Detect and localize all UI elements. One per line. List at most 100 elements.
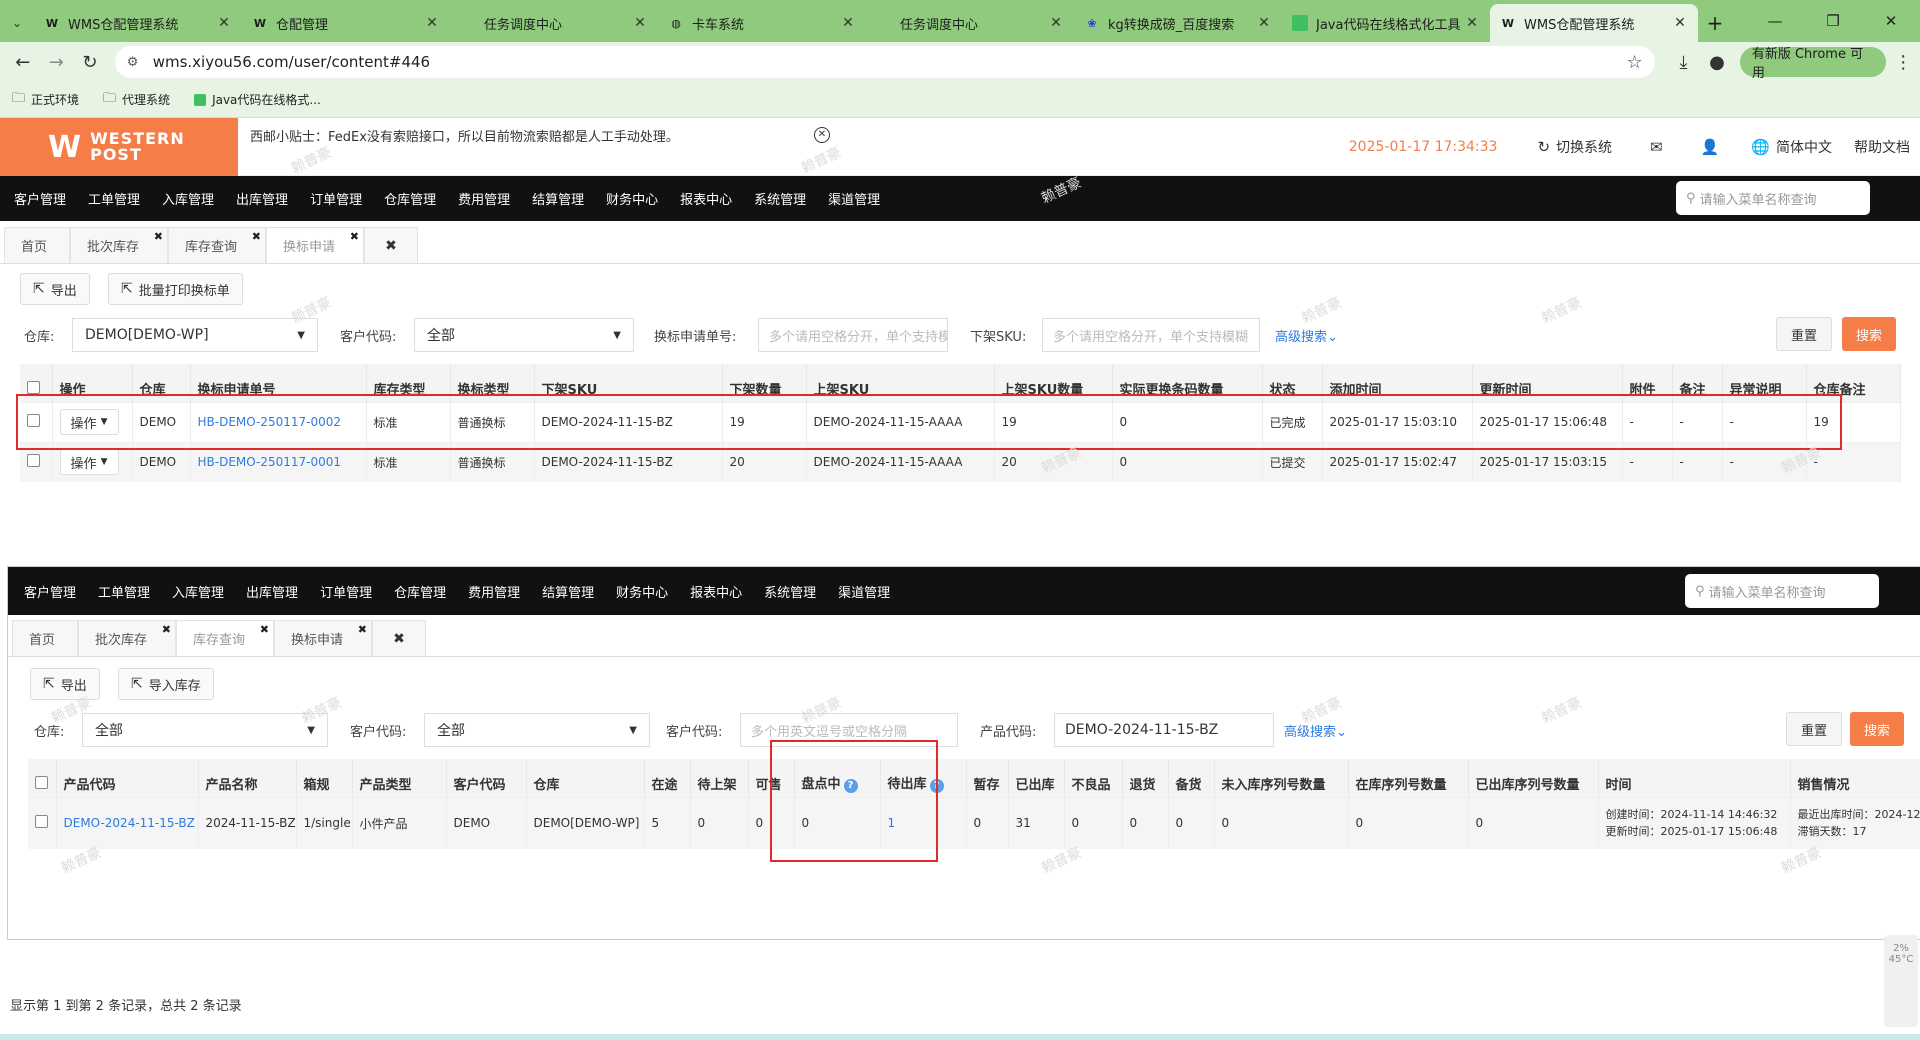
user-button[interactable]: 👤 — [1701, 138, 1726, 156]
relabel-order-input[interactable]: 多个请用空格分开，单个支持模糊 — [758, 318, 948, 352]
page-tab-relabel[interactable]: 换标申请 ✖ — [274, 620, 372, 656]
western-post-logo[interactable]: W WESTERN POST — [0, 118, 238, 176]
switch-system-button[interactable]: ↻ 切换系统 — [1537, 137, 1612, 157]
relabel-order-link[interactable]: HB-DEMO-250117-0001 — [198, 455, 342, 469]
close-all-tabs-icon[interactable]: ✖ — [364, 227, 418, 263]
browser-tab[interactable]: ❀ kg转换成磅_百度搜索 ✕ — [1074, 4, 1282, 42]
nav-workorder[interactable]: 工单管理 — [78, 189, 150, 208]
sku-input[interactable]: 多个请用空格分开，单个支持模糊 — [1042, 318, 1260, 352]
nav-inbound[interactable]: 入库管理 — [162, 582, 234, 601]
nav-outbound[interactable]: 出库管理 — [236, 582, 308, 601]
help-docs-link[interactable]: 帮助文档 — [1854, 137, 1910, 157]
bookmark-star-icon[interactable]: ☆ — [1627, 52, 1643, 73]
close-icon[interactable]: ✖ — [252, 230, 261, 243]
nav-settlement[interactable]: 结算管理 — [522, 189, 594, 208]
batch-print-button[interactable]: ⇱ 批量打印换标单 — [108, 273, 243, 305]
browser-tab[interactable]: 任务调度中心 ✕ — [450, 4, 658, 42]
close-icon[interactable]: ✖ — [260, 623, 269, 636]
forward-arrow-icon[interactable]: → — [40, 45, 74, 79]
profile-avatar-icon[interactable]: ● — [1700, 45, 1734, 79]
row-select-cell[interactable] — [28, 796, 57, 849]
row-checkbox[interactable] — [27, 454, 40, 468]
nav-system[interactable]: 系统管理 — [754, 582, 826, 601]
product-code-input[interactable]: DEMO-2024-11-15-BZ — [1054, 713, 1274, 747]
nav-channels[interactable]: 渠道管理 — [828, 582, 900, 601]
reset-button[interactable]: 重置 — [1786, 712, 1843, 746]
row-checkbox[interactable] — [35, 815, 48, 829]
menu-search-input[interactable]: ⚲ 请输入菜单名称查询 — [1676, 181, 1870, 215]
warehouse-select[interactable]: DEMO[DEMO-WP] ▼ — [72, 318, 318, 352]
notice-close-icon[interactable]: ✕ — [814, 127, 830, 143]
advanced-search-link[interactable]: 高级搜索⌄ — [1284, 721, 1347, 740]
advanced-search-link[interactable]: 高级搜索⌄ — [1275, 326, 1338, 345]
nav-orders[interactable]: 订单管理 — [310, 582, 382, 601]
nav-workorder[interactable]: 工单管理 — [88, 582, 160, 601]
browser-tab[interactable]: 任务调度中心 ✕ — [866, 4, 1074, 42]
close-icon[interactable]: ✕ — [632, 15, 648, 31]
nav-reports[interactable]: 报表中心 — [680, 582, 752, 601]
nav-settlement[interactable]: 结算管理 — [532, 582, 604, 601]
bookmark-folder[interactable]: 🗀 正式环境 — [12, 89, 79, 111]
url-bar[interactable]: ⚙ wms.xiyou56.com/user/content#446 ☆ — [114, 46, 1655, 78]
side-status-widget[interactable]: 2% 45°C — [1884, 935, 1918, 1027]
browser-tab[interactable]: ◍ 卡车系统 ✕ — [658, 4, 866, 42]
mail-button[interactable]: ✉ — [1650, 138, 1669, 156]
select-all-checkbox[interactable] — [27, 380, 40, 394]
language-button[interactable]: 🌐 简体中文 — [1751, 137, 1832, 157]
nav-fees[interactable]: 费用管理 — [458, 582, 530, 601]
export-button[interactable]: ⇱ 导出 — [20, 273, 90, 305]
page-tab-home[interactable]: 首页 — [12, 620, 78, 656]
site-info-icon[interactable]: ⚙ — [127, 55, 145, 70]
page-tab-stock-query-active[interactable]: 库存查询 ✖ — [176, 620, 274, 656]
close-icon[interactable]: ✖ — [154, 230, 163, 243]
close-icon[interactable]: ✕ — [216, 15, 232, 31]
menu-search-input[interactable]: ⚲ 请输入菜单名称查询 — [1685, 574, 1879, 608]
chrome-update-button[interactable]: 有新版 Chrome 可用 — [1739, 47, 1887, 81]
product-code-link[interactable]: DEMO-2024-11-15-BZ — [64, 816, 195, 830]
close-icon[interactable]: ✕ — [424, 15, 440, 31]
page-tab-home[interactable]: 首页 — [4, 227, 70, 263]
select-all-cell[interactable] — [28, 759, 57, 797]
nav-system[interactable]: 系统管理 — [744, 189, 816, 208]
nav-finance[interactable]: 财务中心 — [596, 189, 668, 208]
nav-finance[interactable]: 财务中心 — [606, 582, 678, 601]
import-stock-button[interactable]: ⇱ 导入库存 — [118, 668, 214, 700]
select-all-checkbox[interactable] — [35, 775, 48, 789]
close-icon[interactable]: ✕ — [840, 15, 856, 31]
restore-icon[interactable]: ❐ — [1804, 0, 1862, 42]
close-icon[interactable]: ✖ — [350, 230, 359, 243]
bookmark-folder[interactable]: 🗀 代理系统 — [103, 89, 170, 111]
export-button[interactable]: ⇱ 导出 — [30, 668, 100, 700]
bookmark-link[interactable]: Java代码在线格式... — [194, 91, 321, 108]
nav-orders[interactable]: 订单管理 — [300, 189, 372, 208]
nav-outbound[interactable]: 出库管理 — [226, 189, 298, 208]
browser-tab[interactable]: W WMS仓配管理系统 ✕ — [34, 4, 242, 42]
search-button[interactable]: 搜索 — [1850, 712, 1905, 746]
download-icon[interactable]: ⤓ — [1667, 45, 1701, 79]
reload-icon[interactable]: ↻ — [73, 45, 107, 79]
close-icon[interactable]: ✕ — [1256, 15, 1272, 31]
close-icon[interactable]: ✖ — [162, 623, 171, 636]
back-arrow-icon[interactable]: ← — [6, 45, 40, 79]
page-tab-stock-query[interactable]: 库存查询 ✖ — [168, 227, 266, 263]
close-icon[interactable]: ✕ — [1048, 15, 1064, 31]
page-tab-batch-stock[interactable]: 批次库存 ✖ — [70, 227, 168, 263]
close-icon[interactable]: ✖ — [358, 623, 367, 636]
nav-customer[interactable]: 客户管理 — [14, 582, 86, 601]
nav-channels[interactable]: 渠道管理 — [818, 189, 890, 208]
nav-inbound[interactable]: 入库管理 — [152, 189, 224, 208]
close-icon[interactable]: ✕ — [1464, 15, 1480, 31]
page-tab-relabel-active[interactable]: 换标申请 ✖ — [266, 227, 364, 263]
browser-tab[interactable]: W 仓配管理 ✕ — [242, 4, 450, 42]
nav-customer[interactable]: 客户管理 — [4, 189, 76, 208]
nav-warehouse[interactable]: 仓库管理 — [374, 189, 446, 208]
close-window-icon[interactable]: ✕ — [1862, 0, 1920, 42]
close-all-tabs-icon[interactable]: ✖ — [372, 620, 426, 656]
customer-code-select[interactable]: 全部 ▼ — [424, 713, 650, 747]
new-tab-plus-icon[interactable]: + — [1698, 4, 1732, 42]
browser-tab[interactable]: Java代码在线格式化工具 ✕ — [1282, 4, 1490, 42]
page-tab-batch-stock[interactable]: 批次库存 ✖ — [78, 620, 176, 656]
close-icon[interactable]: ✕ — [1672, 15, 1688, 31]
nav-reports[interactable]: 报表中心 — [670, 189, 742, 208]
minimize-icon[interactable]: — — [1746, 0, 1804, 42]
